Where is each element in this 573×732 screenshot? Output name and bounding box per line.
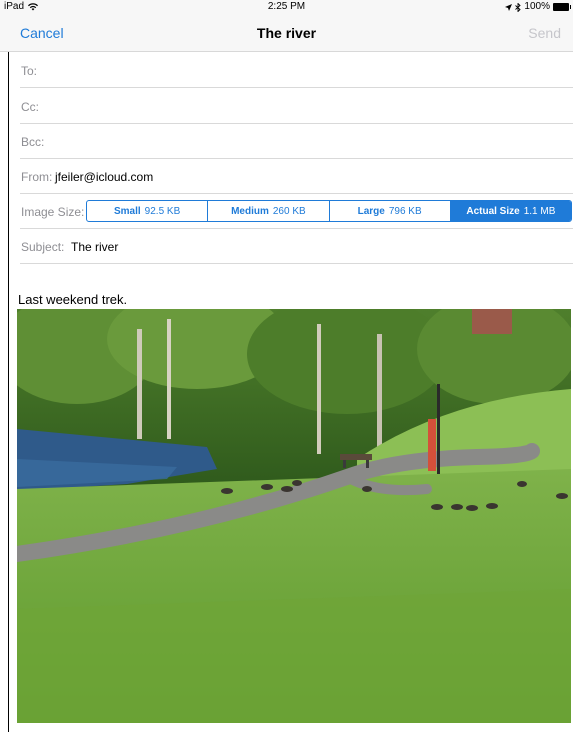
- river-park-photo: [17, 309, 571, 723]
- window-edge: [8, 14, 9, 732]
- image-size-selector[interactable]: Small 92.5 KB Medium 260 KB Large 796 KB…: [86, 200, 572, 222]
- from-field[interactable]: From: jfeiler@icloud.com: [20, 158, 573, 194]
- image-size-actual-option[interactable]: Actual Size 1.1 MB: [450, 201, 571, 221]
- status-bar: iPad 2:25 PM 100%: [0, 0, 573, 14]
- option-size: 260 KB: [272, 205, 306, 217]
- message-body-text[interactable]: Last weekend trek.: [18, 292, 127, 307]
- option-size: 796 KB: [388, 205, 422, 217]
- subject-label: Subject:: [21, 240, 65, 254]
- option-name: Small: [113, 205, 141, 217]
- from-label: From:: [21, 170, 53, 184]
- image-size-label: Image Size:: [21, 205, 85, 219]
- image-size-small-option[interactable]: Small 92.5 KB: [87, 201, 209, 221]
- send-button[interactable]: Send: [528, 25, 561, 41]
- bcc-label: Bcc:: [21, 135, 45, 149]
- cc-field[interactable]: Cc:: [20, 88, 573, 124]
- status-right: 100%: [505, 0, 571, 14]
- image-size-large-option[interactable]: Large 796 KB: [330, 201, 451, 221]
- location-icon: [505, 3, 513, 11]
- battery-icon: [553, 3, 571, 11]
- compose-nav-bar: Cancel The river Send: [0, 14, 573, 52]
- subject-value[interactable]: The river: [71, 240, 118, 254]
- image-size-field: Image Size: Small 92.5 KB Medium 260 KB …: [20, 193, 573, 229]
- battery-percent: 100%: [524, 1, 550, 12]
- status-time: 2:25 PM: [267, 1, 306, 12]
- compose-title: The river: [256, 25, 317, 41]
- image-size-medium-option[interactable]: Medium 260 KB: [208, 201, 330, 221]
- subject-field[interactable]: Subject: The river: [20, 228, 573, 264]
- cc-label: Cc:: [21, 100, 39, 114]
- option-name: Large: [357, 205, 385, 217]
- option-size: 1.1 MB: [523, 205, 556, 217]
- to-field[interactable]: To:: [20, 52, 573, 88]
- bcc-field[interactable]: Bcc:: [20, 123, 573, 159]
- to-label: To:: [21, 64, 38, 78]
- bluetooth-icon: [515, 2, 522, 12]
- attached-photo[interactable]: [17, 309, 571, 723]
- option-name: Medium: [231, 205, 269, 217]
- option-size: 92.5 KB: [144, 205, 181, 217]
- from-value[interactable]: jfeiler@icloud.com: [55, 170, 153, 184]
- option-name: Actual Size: [466, 205, 520, 217]
